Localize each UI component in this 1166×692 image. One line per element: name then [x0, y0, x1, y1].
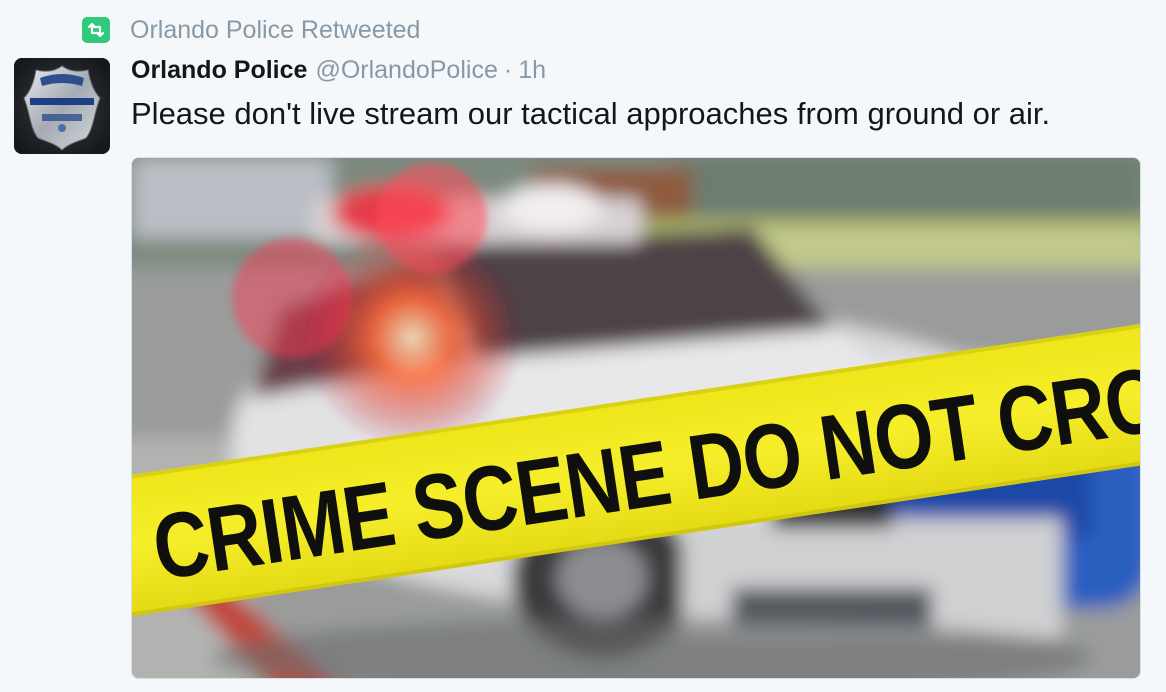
retweet-context: Orlando Police Retweeted: [82, 14, 420, 46]
separator-dot: ·: [503, 56, 513, 84]
author-handle[interactable]: @OrlandoPolice: [315, 56, 497, 85]
tweet-media-image[interactable]: CRIME SCENE DO NOT CRO: [131, 157, 1141, 679]
tweet-text: Please don't live stream our tactical ap…: [131, 96, 1051, 131]
police-badge-icon: [14, 58, 110, 154]
retweet-label[interactable]: Orlando Police Retweeted: [130, 16, 420, 45]
author-name[interactable]: Orlando Police: [131, 56, 307, 85]
police-car-photo: CRIME SCENE DO NOT CRO: [132, 158, 1140, 678]
timestamp[interactable]: 1h: [518, 56, 546, 85]
avatar[interactable]: [14, 58, 110, 154]
retweet-icon: [82, 17, 110, 43]
tweet-header: Orlando Police @OrlandoPolice · 1h: [131, 56, 546, 90]
